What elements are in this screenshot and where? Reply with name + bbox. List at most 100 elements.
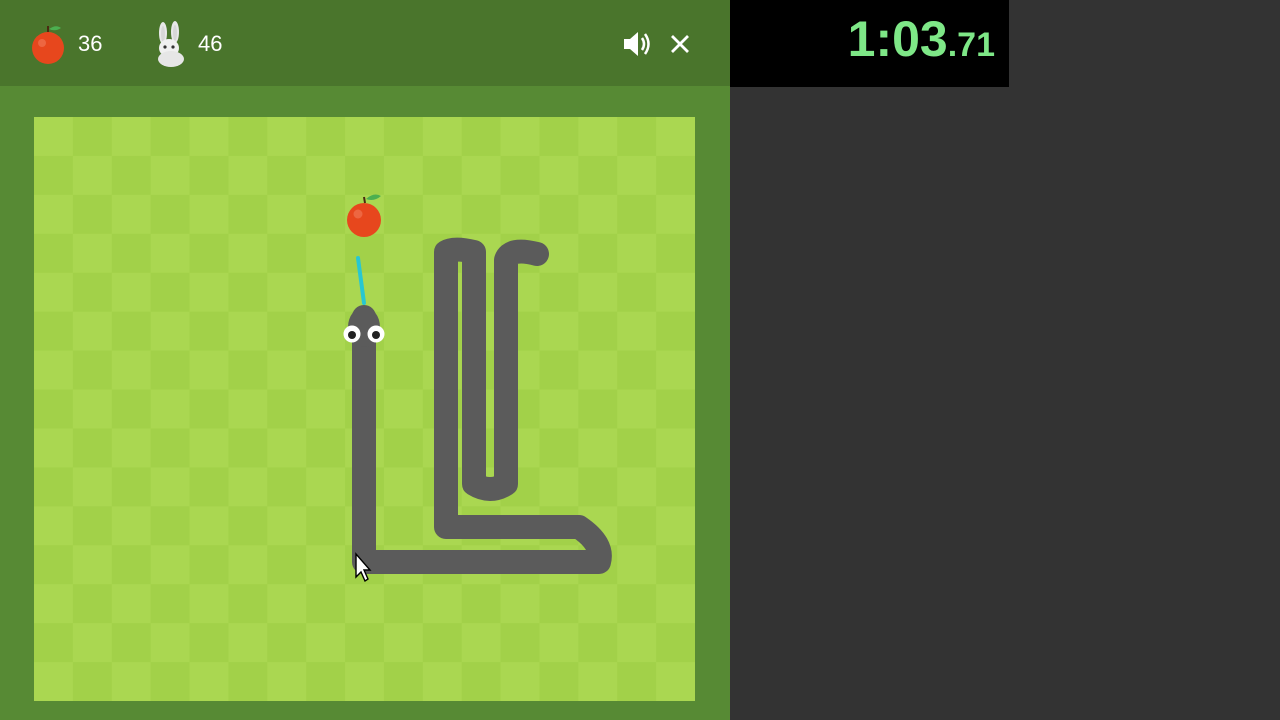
board-cell [617,389,657,430]
board-cell [539,194,579,235]
board-cell [228,194,268,235]
board-cell [578,662,618,701]
board-cell [306,467,346,507]
board-cell [150,233,191,274]
best-score-value: 46 [198,31,223,56]
board-cell [72,311,113,352]
board-cell [383,506,424,546]
board-cell [150,623,191,663]
board-cell [72,272,113,313]
board-cell [34,350,74,391]
board-cell [422,584,463,624]
board-cell [617,467,657,507]
board-cell [267,155,307,196]
board-cell [189,155,230,196]
board-cell [617,311,657,352]
board-cell [656,428,695,468]
board-cell [422,623,463,663]
speaker-icon [624,32,650,56]
board-cell [383,662,424,701]
board-cell [306,350,346,391]
board-cell [500,194,541,235]
board-cell [267,117,307,157]
board-cell [111,233,152,274]
board-cell [539,389,579,430]
apple-score-value: 36 [78,31,103,56]
board-cell [306,623,346,663]
board-cell [34,155,74,196]
board-cell [34,389,74,430]
board-cell [617,117,657,157]
board-cell [111,389,152,430]
rabbit-trophy-icon [158,21,184,67]
board-cell [34,428,74,468]
board-cell [578,311,618,352]
board-cell [539,311,579,352]
board-cell [267,311,307,352]
board-cell [267,233,307,274]
board-cell [500,155,541,196]
board-cell [228,623,268,663]
board-cell [306,117,346,157]
board-cell [72,117,113,157]
header-bar: 36 46 [0,0,730,86]
board-cell [617,584,657,624]
board-cell [267,662,307,701]
board-cell [306,311,346,352]
board-cell [34,117,74,157]
board-cell [539,467,579,507]
timer-main: 1:03 [847,11,948,67]
board-cell [150,194,191,235]
board-cell [617,428,657,468]
board-cell [578,350,618,391]
board-cell [345,155,385,196]
board-cell [539,623,579,663]
board-cell [189,428,230,468]
board-cell [617,506,657,546]
empty-area [730,87,1280,720]
board-cell [306,428,346,468]
board-cell [111,584,152,624]
close-button[interactable] [664,28,696,60]
board-cell [461,194,502,235]
board-cell [267,272,307,313]
game-panel: 36 46 [0,0,730,720]
board-cell [228,311,268,352]
board-cell [500,584,541,624]
board-cell [306,545,346,585]
board-cell [72,506,113,546]
board-cell [656,350,695,391]
board-cell [72,467,113,507]
board-cell [383,389,424,430]
board-cell [111,311,152,352]
board-cell [617,194,657,235]
board-cell [150,545,191,585]
board-cell [617,350,657,391]
board-cell [189,506,230,546]
board-cell [539,428,579,468]
board-cell [189,584,230,624]
board-cell [656,233,695,274]
game-board[interactable] [34,117,695,701]
board-cell [656,117,695,157]
board-cell [111,117,152,157]
board-cell [72,194,113,235]
board-cell [578,155,618,196]
board-cell [422,662,463,701]
board-cell [267,467,307,507]
board-cell [267,506,307,546]
board-cell [656,545,695,585]
board-cell [72,662,113,701]
board-cell [539,350,579,391]
board-cell [617,623,657,663]
board-cell [306,272,346,313]
board-cell [72,233,113,274]
board-cell [578,467,618,507]
board-cell [539,272,579,313]
sound-button[interactable] [620,28,656,60]
timer-display: 1:03.71 [848,14,995,64]
board-cell [150,428,191,468]
board-cell [461,623,502,663]
board-cell [228,233,268,274]
board-cell [578,233,618,274]
